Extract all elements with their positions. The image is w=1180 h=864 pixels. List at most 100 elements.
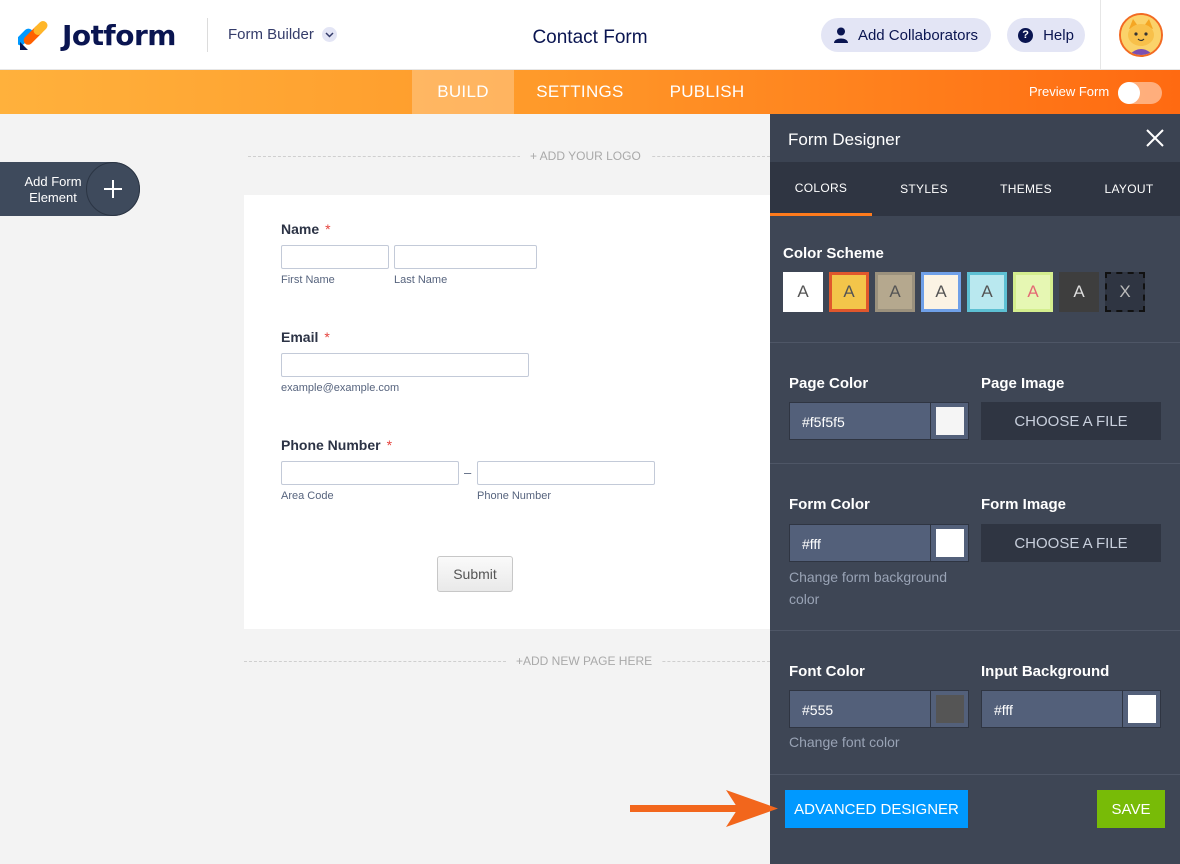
color-scheme-swatch[interactable]: A — [1059, 272, 1099, 312]
input-background-picker[interactable] — [1122, 691, 1160, 727]
color-scheme-swatch[interactable]: A — [1013, 272, 1053, 312]
builder-navbar: BUILD SETTINGS PUBLISH Preview Form — [0, 70, 1180, 114]
preview-form-toggle[interactable] — [1118, 82, 1162, 104]
jotform-logo-icon — [18, 21, 48, 50]
phone-number-input[interactable] — [477, 461, 655, 485]
form-image-label: Form Image — [981, 496, 1067, 513]
color-chip — [935, 695, 964, 723]
email-sublabel: example@example.com — [281, 382, 400, 394]
color-scheme-swatch[interactable]: A — [783, 272, 823, 312]
color-scheme-swatch[interactable]: A — [921, 272, 961, 312]
color-chip — [935, 529, 964, 557]
page-image-choose-file-button[interactable]: CHOOSE A FILE — [981, 402, 1161, 440]
first-name-sublabel: First Name — [281, 274, 335, 286]
logo-text: Jotform — [62, 18, 176, 52]
jotform-logo[interactable]: Jotform — [18, 18, 176, 52]
page-color-value: #f5f5f5 — [802, 414, 845, 430]
help-label: Help — [1043, 26, 1074, 44]
color-chip — [1127, 695, 1156, 723]
section-divider — [770, 342, 1180, 343]
area-code-sublabel: Area Code — [281, 490, 334, 502]
color-scheme-swatch[interactable]: A — [967, 272, 1007, 312]
add-logo-link[interactable]: + ADD YOUR LOGO — [520, 149, 651, 163]
add-element-line1: Add Form — [24, 174, 82, 189]
input-background-label: Input Background — [981, 663, 1110, 680]
font-color-field[interactable]: #555 — [789, 690, 969, 728]
first-name-input[interactable] — [281, 245, 389, 269]
phone-question-label[interactable]: Phone Number * — [281, 437, 392, 453]
tab-layout[interactable]: LAYOUT — [1078, 162, 1180, 216]
input-background-field[interactable]: #fff — [981, 690, 1161, 728]
form-color-label: Form Color — [789, 496, 870, 513]
close-icon[interactable] — [1146, 129, 1164, 147]
submit-button[interactable]: Submit — [437, 556, 513, 592]
tab-colors[interactable]: COLORS — [770, 162, 872, 216]
required-asterisk: * — [324, 329, 330, 345]
email-label-text: Email — [281, 329, 319, 345]
add-form-element-label: Add Form Element — [18, 174, 88, 206]
logo-dashed-line — [248, 156, 770, 157]
form-color-picker[interactable] — [930, 525, 968, 561]
section-divider — [770, 630, 1180, 631]
builder-select-label: Form Builder — [228, 26, 314, 43]
top-header: Jotform Form Builder Contact Form Add Co… — [0, 0, 1180, 70]
save-button[interactable]: SAVE — [1097, 790, 1165, 828]
designer-tabs: COLORS STYLES THEMES LAYOUT — [770, 162, 1180, 216]
color-chip — [935, 407, 964, 435]
font-color-picker[interactable] — [930, 691, 968, 727]
page-color-label: Page Color — [789, 375, 869, 392]
form-color-field[interactable]: #fff — [789, 524, 969, 562]
email-question-label[interactable]: Email * — [281, 329, 330, 345]
add-collaborators-button[interactable]: Add Collaborators — [821, 18, 991, 52]
header-divider — [207, 18, 208, 52]
tab-publish[interactable]: PUBLISH — [650, 70, 764, 114]
cat-avatar-icon — [1120, 15, 1161, 55]
area-code-input[interactable] — [281, 461, 459, 485]
form-image-choose-file-button[interactable]: CHOOSE A FILE — [981, 524, 1161, 562]
tab-styles[interactable]: STYLES — [873, 162, 975, 216]
plus-icon — [86, 162, 140, 216]
color-scheme-swatch[interactable]: A — [829, 272, 869, 312]
avatar[interactable] — [1118, 13, 1163, 57]
add-new-page-link[interactable]: +ADD NEW PAGE HERE — [506, 654, 663, 668]
toggle-knob — [1118, 82, 1140, 104]
section-divider — [770, 463, 1180, 464]
required-asterisk: * — [386, 437, 393, 453]
font-color-label: Font Color — [789, 663, 865, 680]
phone-number-sublabel: Phone Number — [477, 490, 551, 502]
form-color-hint: Change form background color — [789, 569, 947, 607]
help-button[interactable]: ? Help — [1007, 18, 1085, 52]
user-icon — [833, 27, 848, 43]
form-builder-dropdown[interactable]: Form Builder — [228, 26, 337, 43]
last-name-input[interactable] — [394, 245, 537, 269]
form-designer-panel: Form Designer COLORS STYLES THEMES LAYOU… — [770, 114, 1180, 864]
add-form-element-button[interactable]: Add Form Element — [0, 162, 140, 216]
tab-settings[interactable]: SETTINGS — [524, 70, 636, 114]
add-element-line2: Element — [29, 190, 77, 205]
advanced-designer-button[interactable]: ADVANCED DESIGNER — [785, 790, 968, 828]
form-title[interactable]: Contact Form — [490, 27, 690, 49]
last-name-sublabel: Last Name — [394, 274, 448, 286]
input-background-value: #fff — [994, 702, 1013, 718]
name-question-label[interactable]: Name * — [281, 221, 331, 237]
panel-title: Form Designer — [788, 130, 901, 149]
page-color-field[interactable]: #f5f5f5 — [789, 402, 969, 440]
color-scheme-swatch[interactable]: A — [875, 272, 915, 312]
add-collaborators-label: Add Collaborators — [857, 26, 979, 44]
phone-separator: – — [464, 465, 472, 480]
preview-form-label: Preview Form — [1029, 84, 1110, 99]
required-asterisk: * — [325, 221, 331, 237]
font-color-hint: Change font color — [789, 734, 900, 750]
tab-build[interactable]: BUILD — [412, 70, 514, 114]
color-scheme-swatch[interactable]: X — [1105, 272, 1145, 312]
panel-header: Form Designer — [770, 114, 1180, 162]
tab-themes[interactable]: THEMES — [975, 162, 1077, 216]
question-icon: ? — [1018, 27, 1034, 43]
form-color-value: #fff — [802, 536, 821, 552]
avatar-container[interactable] — [1100, 0, 1180, 70]
page-color-picker[interactable] — [930, 403, 968, 439]
font-color-value: #555 — [802, 702, 834, 718]
email-input[interactable] — [281, 353, 529, 377]
color-scheme-label: Color Scheme — [783, 245, 884, 262]
page-image-label: Page Image — [981, 375, 1065, 392]
